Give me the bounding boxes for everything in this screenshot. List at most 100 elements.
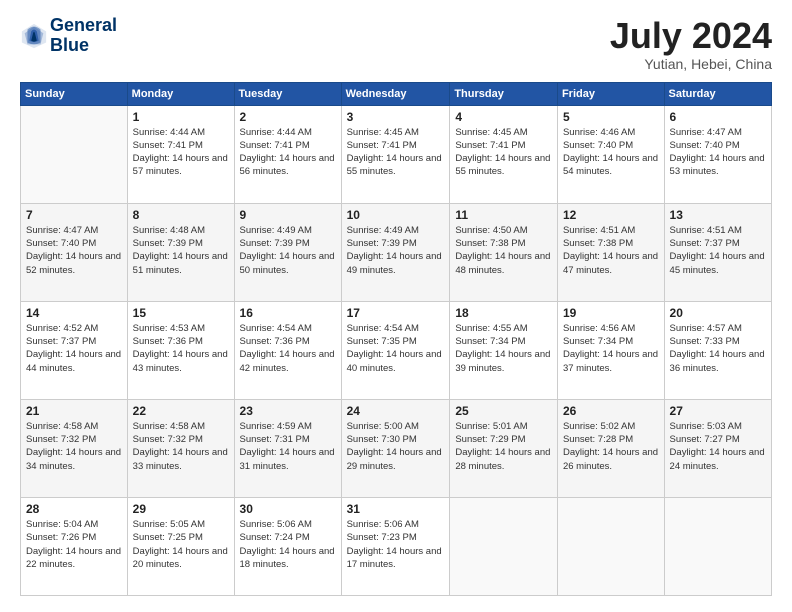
page: General Blue July 2024 Yutian, Hebei, Ch… [0,0,792,612]
cell-day-number: 2 [240,110,336,124]
calendar-cell: 14 Sunrise: 4:52 AMSunset: 7:37 PMDayligh… [21,301,128,399]
cell-sun-info: Sunrise: 4:51 AMSunset: 7:37 PMDaylight:… [670,224,766,277]
cell-sun-info: Sunrise: 4:49 AMSunset: 7:39 PMDaylight:… [240,224,336,277]
calendar-header-monday: Monday [127,82,234,105]
cell-day-number: 3 [347,110,445,124]
cell-sun-info: Sunrise: 4:45 AMSunset: 7:41 PMDaylight:… [455,126,552,179]
calendar-cell: 19 Sunrise: 4:56 AMSunset: 7:34 PMDayligh… [557,301,664,399]
cell-sun-info: Sunrise: 5:04 AMSunset: 7:26 PMDaylight:… [26,518,122,571]
calendar-cell: 24 Sunrise: 5:00 AMSunset: 7:30 PMDayligh… [341,399,450,497]
cell-day-number: 10 [347,208,445,222]
calendar-week-4: 21 Sunrise: 4:58 AMSunset: 7:32 PMDayligh… [21,399,772,497]
cell-sun-info: Sunrise: 5:06 AMSunset: 7:24 PMDaylight:… [240,518,336,571]
calendar-cell: 16 Sunrise: 4:54 AMSunset: 7:36 PMDayligh… [234,301,341,399]
cell-day-number: 1 [133,110,229,124]
calendar-cell: 6 Sunrise: 4:47 AMSunset: 7:40 PMDaylight… [664,105,771,203]
cell-sun-info: Sunrise: 4:57 AMSunset: 7:33 PMDaylight:… [670,322,766,375]
cell-day-number: 24 [347,404,445,418]
cell-day-number: 9 [240,208,336,222]
calendar-cell: 31Sunrise: 5:06 AMSunset: 7:23 PMDayligh… [341,497,450,595]
cell-day-number: 13 [670,208,766,222]
cell-day-number: 20 [670,306,766,320]
calendar-cell: 8 Sunrise: 4:48 AMSunset: 7:39 PMDaylight… [127,203,234,301]
cell-day-number: 25 [455,404,552,418]
calendar-cell: 9 Sunrise: 4:49 AMSunset: 7:39 PMDaylight… [234,203,341,301]
cell-day-number: 28 [26,502,122,516]
cell-day-number: 14 [26,306,122,320]
calendar-week-5: 28 Sunrise: 5:04 AMSunset: 7:26 PMDayligh… [21,497,772,595]
calendar-table: SundayMondayTuesdayWednesdayThursdayFrid… [20,82,772,596]
calendar-cell: 25Sunrise: 5:01 AMSunset: 7:29 PMDayligh… [450,399,558,497]
cell-sun-info: Sunrise: 4:51 AMSunset: 7:38 PMDaylight:… [563,224,659,277]
calendar-cell: 18Sunrise: 4:55 AMSunset: 7:34 PMDayligh… [450,301,558,399]
cell-sun-info: Sunrise: 4:47 AMSunset: 7:40 PMDaylight:… [670,126,766,179]
cell-day-number: 22 [133,404,229,418]
cell-day-number: 17 [347,306,445,320]
logo: General Blue [20,16,117,56]
calendar-cell: 23 Sunrise: 4:59 AMSunset: 7:31 PMDayligh… [234,399,341,497]
calendar-cell: 3 Sunrise: 4:45 AMSunset: 7:41 PMDaylight… [341,105,450,203]
calendar-header-tuesday: Tuesday [234,82,341,105]
cell-day-number: 19 [563,306,659,320]
calendar-cell: 7 Sunrise: 4:47 AMSunset: 7:40 PMDaylight… [21,203,128,301]
cell-day-number: 11 [455,208,552,222]
cell-day-number: 21 [26,404,122,418]
cell-sun-info: Sunrise: 5:00 AMSunset: 7:30 PMDaylight:… [347,420,445,473]
calendar-cell: 22Sunrise: 4:58 AMSunset: 7:32 PMDayligh… [127,399,234,497]
cell-day-number: 27 [670,404,766,418]
cell-day-number: 30 [240,502,336,516]
calendar-header-friday: Friday [557,82,664,105]
cell-sun-info: Sunrise: 4:46 AMSunset: 7:40 PMDaylight:… [563,126,659,179]
calendar-body: 1 Sunrise: 4:44 AMSunset: 7:41 PMDaylight… [21,105,772,595]
calendar-cell: 1 Sunrise: 4:44 AMSunset: 7:41 PMDaylight… [127,105,234,203]
cell-sun-info: Sunrise: 4:54 AMSunset: 7:35 PMDaylight:… [347,322,445,375]
cell-day-number: 7 [26,208,122,222]
cell-sun-info: Sunrise: 4:52 AMSunset: 7:37 PMDaylight:… [26,322,122,375]
cell-sun-info: Sunrise: 4:47 AMSunset: 7:40 PMDaylight:… [26,224,122,277]
cell-sun-info: Sunrise: 5:05 AMSunset: 7:25 PMDaylight:… [133,518,229,571]
cell-sun-info: Sunrise: 4:48 AMSunset: 7:39 PMDaylight:… [133,224,229,277]
calendar-week-1: 1 Sunrise: 4:44 AMSunset: 7:41 PMDaylight… [21,105,772,203]
title-block: July 2024 Yutian, Hebei, China [610,16,772,72]
cell-day-number: 23 [240,404,336,418]
calendar-header-saturday: Saturday [664,82,771,105]
cell-day-number: 6 [670,110,766,124]
calendar-week-3: 14 Sunrise: 4:52 AMSunset: 7:37 PMDayligh… [21,301,772,399]
calendar-cell [450,497,558,595]
calendar-cell: 21 Sunrise: 4:58 AMSunset: 7:32 PMDayligh… [21,399,128,497]
header: General Blue July 2024 Yutian, Hebei, Ch… [20,16,772,72]
cell-sun-info: Sunrise: 4:50 AMSunset: 7:38 PMDaylight:… [455,224,552,277]
calendar-header-wednesday: Wednesday [341,82,450,105]
calendar-cell: 5Sunrise: 4:46 AMSunset: 7:40 PMDaylight… [557,105,664,203]
calendar-cell: 13 Sunrise: 4:51 AMSunset: 7:37 PMDayligh… [664,203,771,301]
cell-sun-info: Sunrise: 4:44 AMSunset: 7:41 PMDaylight:… [133,126,229,179]
cell-day-number: 16 [240,306,336,320]
calendar-cell: 20 Sunrise: 4:57 AMSunset: 7:33 PMDayligh… [664,301,771,399]
cell-sun-info: Sunrise: 5:02 AMSunset: 7:28 PMDaylight:… [563,420,659,473]
calendar-cell: 17 Sunrise: 4:54 AMSunset: 7:35 PMDayligh… [341,301,450,399]
calendar-cell: 11 Sunrise: 4:50 AMSunset: 7:38 PMDayligh… [450,203,558,301]
cell-day-number: 18 [455,306,552,320]
calendar-cell: 30 Sunrise: 5:06 AMSunset: 7:24 PMDayligh… [234,497,341,595]
cell-sun-info: Sunrise: 4:56 AMSunset: 7:34 PMDaylight:… [563,322,659,375]
location: Yutian, Hebei, China [610,56,772,72]
cell-day-number: 29 [133,502,229,516]
calendar-cell: 26 Sunrise: 5:02 AMSunset: 7:28 PMDayligh… [557,399,664,497]
calendar-header-row: SundayMondayTuesdayWednesdayThursdayFrid… [21,82,772,105]
calendar-cell [664,497,771,595]
cell-sun-info: Sunrise: 4:54 AMSunset: 7:36 PMDaylight:… [240,322,336,375]
calendar-cell: 10Sunrise: 4:49 AMSunset: 7:39 PMDayligh… [341,203,450,301]
calendar-cell: 27Sunrise: 5:03 AMSunset: 7:27 PMDayligh… [664,399,771,497]
cell-sun-info: Sunrise: 4:58 AMSunset: 7:32 PMDaylight:… [26,420,122,473]
cell-sun-info: Sunrise: 4:59 AMSunset: 7:31 PMDaylight:… [240,420,336,473]
cell-day-number: 8 [133,208,229,222]
cell-sun-info: Sunrise: 4:45 AMSunset: 7:41 PMDaylight:… [347,126,445,179]
cell-day-number: 31 [347,502,445,516]
calendar-cell [21,105,128,203]
calendar-cell: 28 Sunrise: 5:04 AMSunset: 7:26 PMDayligh… [21,497,128,595]
logo-icon [20,22,48,50]
cell-sun-info: Sunrise: 4:44 AMSunset: 7:41 PMDaylight:… [240,126,336,179]
cell-day-number: 26 [563,404,659,418]
cell-day-number: 15 [133,306,229,320]
calendar-cell: 29 Sunrise: 5:05 AMSunset: 7:25 PMDayligh… [127,497,234,595]
